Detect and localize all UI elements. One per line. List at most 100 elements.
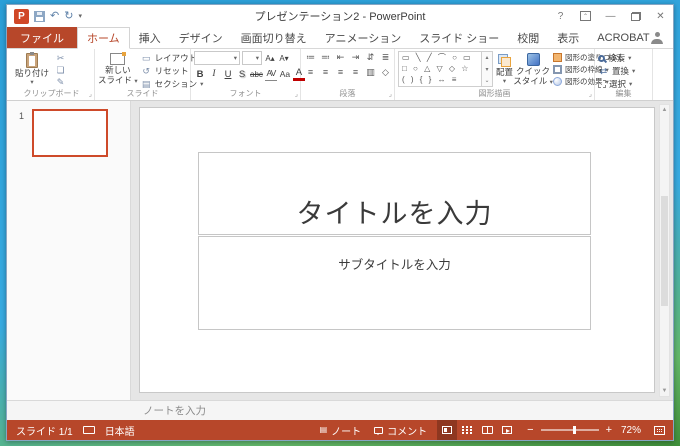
gallery-more-icon[interactable]: ⌄ [484, 77, 489, 84]
vertical-scrollbar[interactable]: ▲ ▼ [659, 104, 670, 397]
underline-button[interactable]: U [222, 68, 234, 81]
zoom-slider[interactable] [541, 429, 599, 431]
redo-icon[interactable]: ↻ [64, 11, 73, 22]
scrollbar-thumb[interactable] [661, 196, 668, 306]
ribbon-display-options-button[interactable]: ⌃ [573, 6, 598, 26]
powerpoint-icon[interactable]: P [14, 9, 29, 24]
status-bar: スライド 1/1 日本語 ▤ノート コメント − + 72% [7, 420, 673, 440]
font-size-combobox[interactable]: ▾ [242, 51, 262, 65]
notes-toggle-button[interactable]: ▤ノート [317, 420, 365, 440]
undo-icon[interactable]: ↶ [50, 11, 59, 22]
notes-bar[interactable]: ノートを入力 [7, 400, 673, 420]
justify-icon[interactable]: ≡ [349, 66, 362, 79]
line-spacing-icon[interactable]: ⇵ [364, 51, 377, 64]
text-direction-icon[interactable]: ≣ [379, 51, 392, 64]
new-slide-button[interactable]: 新しい スライド ▾ [98, 51, 138, 87]
gallery-up-icon[interactable]: ▴ [485, 54, 488, 61]
zoom-in-button[interactable]: + [603, 424, 615, 436]
change-case-button[interactable]: Aa [279, 68, 291, 81]
tab-animations[interactable]: アニメーション [316, 27, 411, 48]
tab-file[interactable]: ファイル [7, 27, 77, 48]
cut-icon[interactable]: ✂ [55, 53, 66, 63]
shape-gallery-grid: ▭ ╲ ╱ ⌒ ○ ▭ □ ○ △ ▽ ◇ ☆ ( ) { } ↔ ≡ [398, 51, 482, 87]
qat-customize-icon[interactable]: ▾ [78, 12, 82, 20]
convert-smartart-icon[interactable]: ◇ [379, 66, 392, 79]
bold-button[interactable]: B [194, 68, 206, 81]
titlebar: P ↶ ↻ ▾ プレゼンテーション2 - PowerPoint ? ⌃ — ✕ [7, 5, 673, 27]
increase-indent-icon[interactable]: ⇥ [349, 51, 362, 64]
slide-thumbnail[interactable] [32, 109, 108, 157]
clipboard-group-label: クリップボード [9, 89, 94, 99]
quick-styles-button[interactable]: クイック スタイル ▾ [516, 51, 550, 87]
account-icon[interactable] [651, 32, 663, 44]
title-placeholder[interactable]: タイトルを入力 [198, 152, 591, 235]
save-icon[interactable] [34, 11, 45, 22]
paragraph-dialog-launcher-icon[interactable]: ⌟ [389, 91, 392, 98]
minimize-button[interactable]: — [598, 6, 623, 26]
fit-to-window-button[interactable] [654, 426, 665, 435]
align-right-icon[interactable]: ≡ [334, 66, 347, 79]
zoom-percentage[interactable]: 72% [615, 425, 641, 436]
strikethrough-button[interactable]: abc [250, 68, 263, 81]
grow-font-button[interactable]: A▴ [264, 52, 276, 65]
close-button[interactable]: ✕ [648, 6, 673, 26]
tab-transitions[interactable]: 画面切り替え [232, 27, 316, 48]
language-indicator[interactable]: 日本語 [105, 423, 135, 438]
view-buttons [437, 420, 517, 440]
subtitle-placeholder[interactable]: サブタイトルを入力 [198, 236, 591, 330]
align-center-icon[interactable]: ≡ [319, 66, 332, 79]
shape-row: □ ○ △ ▽ ◇ ☆ [402, 64, 478, 74]
arrange-button[interactable]: 配置 ▾ [496, 51, 513, 87]
quick-styles-label-2: スタイル ▾ [513, 76, 553, 88]
font-name-combobox[interactable]: ▾ [194, 51, 240, 65]
font-group-label: フォント [191, 89, 300, 99]
clipboard-dialog-launcher-icon[interactable]: ⌟ [89, 91, 92, 98]
zoom-slider-thumb[interactable] [573, 426, 576, 434]
comments-toggle-button[interactable]: コメント [371, 420, 430, 440]
columns-icon[interactable]: ▥ [364, 66, 377, 79]
copy-icon[interactable]: ❏ [55, 65, 66, 75]
reset-icon: ↺ [141, 66, 152, 76]
scroll-down-icon[interactable]: ▼ [662, 388, 668, 394]
ribbon-group-font: ▾ ▾ A▴ A▾ B I U S abc AV Aa A [191, 49, 301, 100]
italic-button[interactable]: I [208, 68, 220, 81]
help-button[interactable]: ? [548, 6, 573, 26]
shape-gallery[interactable]: ▭ ╲ ╱ ⌒ ○ ▭ □ ○ △ ▽ ◇ ☆ ( ) { } ↔ ≡ ▴ ▾ … [398, 51, 493, 87]
slide-canvas[interactable]: タイトルを入力 サブタイトルを入力 [139, 107, 655, 393]
replace-button[interactable]: ⇄置換▾ [598, 65, 635, 77]
decrease-indent-icon[interactable]: ⇤ [334, 51, 347, 64]
normal-view-button[interactable] [437, 420, 457, 440]
tab-review[interactable]: 校閲 [508, 27, 548, 48]
slide-sorter-view-button[interactable] [457, 420, 477, 440]
character-spacing-button[interactable]: AV [265, 67, 277, 81]
shrink-font-button[interactable]: A▾ [278, 52, 290, 65]
notes-placeholder-text: ノートを入力 [143, 403, 206, 418]
keyboard-icon[interactable] [83, 426, 95, 434]
zoom-out-button[interactable]: − [524, 424, 536, 436]
find-button[interactable]: 検索 [598, 52, 635, 64]
replace-icon: ⇄ [598, 66, 609, 76]
ribbon-group-slides: 新しい スライド ▾ ▭レイアウト▾ ↺リセット ▤セクション▾ スライド [95, 49, 191, 100]
restore-button[interactable] [623, 6, 648, 26]
format-painter-icon[interactable]: ✎ [55, 77, 66, 87]
tab-insert[interactable]: 挿入 [130, 27, 170, 48]
reading-view-button[interactable] [477, 420, 497, 440]
tab-acrobat[interactable]: ACROBAT [588, 27, 658, 48]
align-left-icon[interactable]: ≡ [304, 66, 317, 79]
gallery-down-icon[interactable]: ▾ [485, 66, 488, 73]
tab-view[interactable]: 表示 [548, 27, 588, 48]
tab-home[interactable]: ホーム [77, 27, 130, 49]
paste-label: 貼り付け [15, 68, 49, 78]
slideshow-view-button[interactable] [497, 420, 517, 440]
text-shadow-button[interactable]: S [236, 68, 248, 81]
quick-styles-icon [527, 53, 540, 66]
tab-slideshow[interactable]: スライド ショー [410, 27, 508, 48]
bullets-icon[interactable]: ≔ [304, 51, 317, 64]
scroll-up-icon[interactable]: ▲ [662, 107, 668, 113]
paste-button[interactable]: 貼り付け ▾ [12, 51, 52, 87]
font-dialog-launcher-icon[interactable]: ⌟ [295, 91, 298, 98]
numbering-icon[interactable]: ≕ [319, 51, 332, 64]
new-slide-label-1: 新しい [105, 65, 131, 75]
tab-design[interactable]: デザイン [170, 27, 232, 48]
drawing-dialog-launcher-icon[interactable]: ⌟ [589, 91, 592, 98]
